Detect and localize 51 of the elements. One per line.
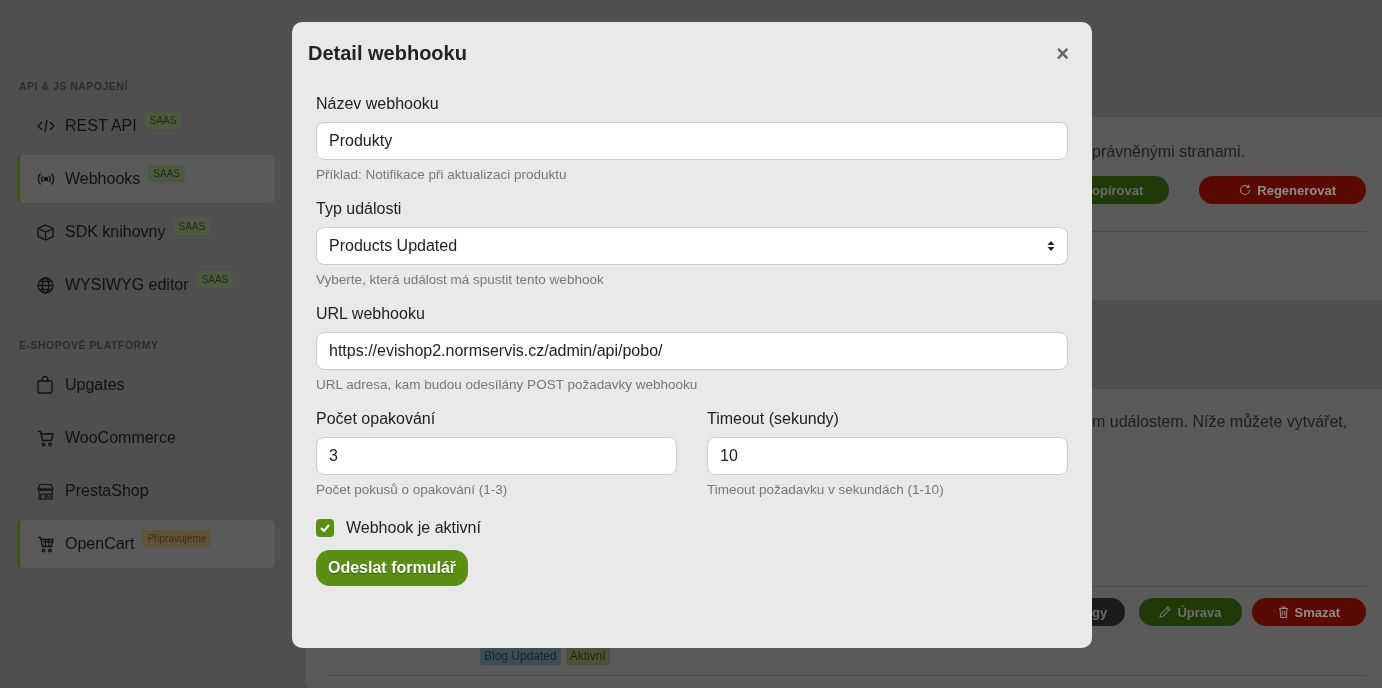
submit-button[interactable]: Odeslat formulář — [316, 550, 469, 586]
item-label: SDK knihovny — [65, 223, 166, 241]
select-arrows-icon — [1047, 240, 1055, 252]
action-button[interactable]: Smazat — [1251, 598, 1367, 626]
help-text: Počet pokusů o opakování (1-3) — [316, 482, 508, 497]
description-text: právněnými stranami. — [1092, 143, 1245, 161]
shop-icon — [37, 482, 54, 500]
broadcast-icon — [37, 172, 55, 186]
pencil-icon — [1159, 606, 1172, 618]
text-field[interactable]: 3 — [316, 437, 677, 475]
box-icon — [37, 223, 54, 241]
text-field[interactable]: 10 — [707, 437, 1068, 475]
close-button[interactable]: × — [1056, 42, 1069, 65]
shopping-bag-icon — [37, 376, 53, 394]
cart-icon — [37, 535, 54, 553]
help-text: Vyberte, která událost má spustit tento webhook — [316, 272, 604, 287]
help-text: URL adresa, kam budou odesílány POST požadavky webhooku — [316, 377, 698, 392]
text-field[interactable]: https://evishop2.normservis.cz/admin/api/pobo/ — [316, 332, 1068, 370]
item-label: OpenCart — [65, 535, 135, 553]
item-label: WYSIWYG editor — [65, 276, 189, 294]
globe-icon — [37, 276, 54, 294]
action-button[interactable]: Regenerovat — [1199, 176, 1367, 204]
action-button[interactable]: opírovat — [1092, 176, 1170, 204]
checkbox-label: Webhook je aktivní — [346, 519, 481, 537]
field-label: Název webhooku — [316, 95, 439, 113]
sidebar-item[interactable]: Upgates — [17, 361, 275, 409]
action-button[interactable]: gy — [1092, 598, 1126, 626]
item-label: Upgates — [65, 376, 125, 394]
trash-icon — [1277, 606, 1289, 618]
checkbox[interactable] — [316, 519, 334, 537]
help-text: Příklad: Notifikace při aktualizaci produktu — [316, 167, 567, 182]
item-label: PrestaShop — [65, 482, 149, 500]
code-icon — [37, 118, 55, 134]
checkmark-icon — [320, 524, 330, 532]
field-label: URL webhooku — [316, 305, 425, 323]
text-field[interactable]: Produkty — [316, 122, 1068, 160]
action-button[interactable]: Úprava — [1139, 598, 1242, 626]
refresh-icon — [1239, 184, 1252, 196]
item-label: REST API — [65, 117, 137, 135]
help-text: Timeout požadavku v sekundách (1-10) — [707, 482, 944, 497]
sidebar-item[interactable]: PrestaShop — [17, 467, 275, 515]
field-label: Počet opakování — [316, 410, 436, 428]
description-text: m událostem. Níže můžete vytvářet, — [1092, 413, 1348, 431]
sidebar-item[interactable]: WooCommerce — [17, 414, 275, 462]
item-label: Webhooks — [65, 170, 141, 188]
item-label: WooCommerce — [65, 429, 176, 447]
select-field[interactable]: Products Updated — [316, 227, 1068, 265]
modal-title: Detail webhooku — [308, 42, 467, 65]
field-label: Typ události — [316, 200, 402, 218]
field-label: Timeout (sekundy) — [707, 410, 839, 428]
cart-icon — [37, 429, 54, 447]
